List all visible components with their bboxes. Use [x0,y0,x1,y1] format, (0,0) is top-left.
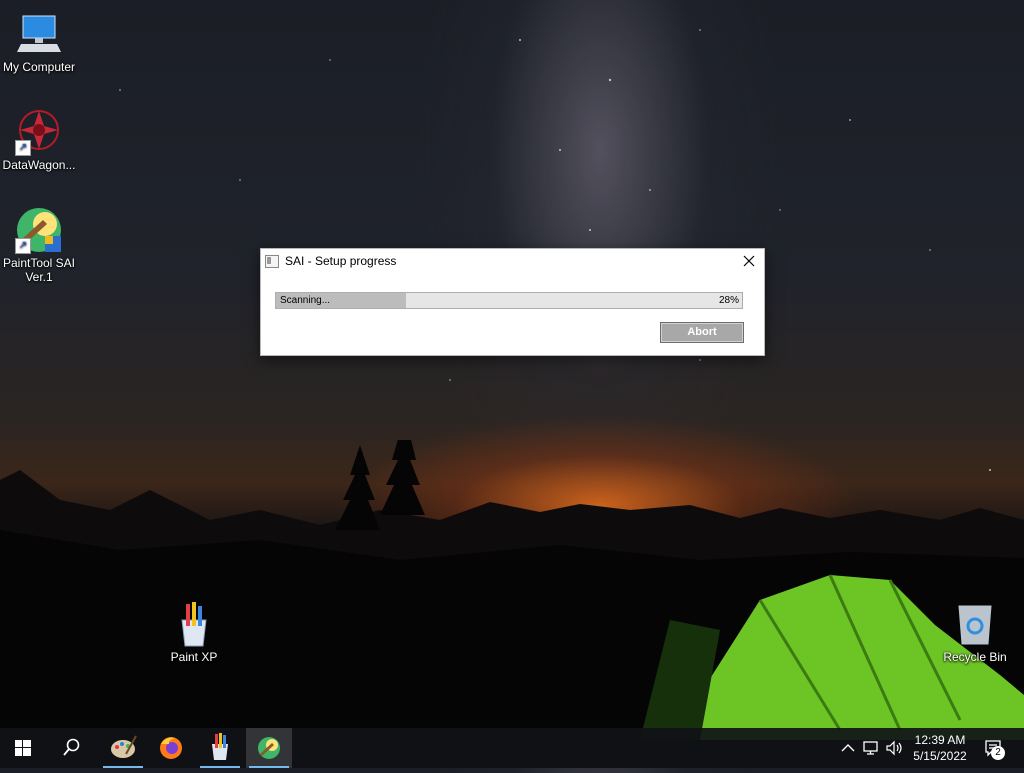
dialog-title-bar[interactable]: SAI - Setup progress [261,249,764,273]
progress-percent: 28% [718,295,739,306]
close-icon [743,255,755,267]
desktop-icon-datawagon[interactable]: ↗ DataWagon... [0,108,78,172]
desktop-icon-painttool-sai[interactable]: ↗ PaintTool SAI Ver.1 [0,206,78,284]
desktop-icon-label: My Computer [2,60,76,74]
start-button[interactable] [0,728,46,768]
taskbar: 12:39 AM 5/15/2022 [0,728,1024,768]
taskbar-app-painttool-sai[interactable] [246,728,292,768]
clock-time[interactable]: 12:39 AM [905,733,975,747]
windows-logo-icon [15,740,31,756]
desktop-icon-label: PaintTool SAI Ver.1 [2,256,76,284]
app-window-icon [265,255,279,268]
desktop-icon-paint-xp[interactable]: Paint XP [155,600,233,664]
desktop-icon-label: Recycle Bin [943,650,1007,664]
desktop-icon-label: Paint XP [170,650,218,664]
desktop-icon-label: DataWagon... [2,158,76,172]
paint-xp-icon [212,733,228,760]
painttool-sai-icon [258,737,280,759]
progress-bar: Scanning... 28% [275,292,743,309]
setup-progress-dialog: SAI - Setup progress Scanning... 28% Abo… [260,248,765,356]
firefox-icon [160,737,182,759]
volume-icon[interactable] [884,738,904,758]
datawagon-icon: ↗ [15,108,63,156]
taskbar-app-paint-xp[interactable] [197,728,243,768]
shortcut-arrow-icon: ↗ [15,140,31,156]
taskbar-app-firefox[interactable] [148,728,194,768]
search-button[interactable] [48,728,94,768]
desktop-icon-recycle-bin[interactable]: Recycle Bin [936,600,1014,664]
clock-date[interactable]: 5/15/2022 [905,749,975,763]
abort-button[interactable]: Abort [660,322,744,343]
search-icon [63,738,80,756]
progress-status-text: Scanning... [280,295,331,306]
recycle-bin-icon [951,600,999,648]
computer-icon [15,10,63,58]
landscape [0,440,1024,740]
paint-palette-icon [111,735,137,758]
show-hidden-icons-chevron-icon[interactable] [838,738,858,758]
notification-count-badge: 2 [991,746,1005,760]
close-button[interactable] [734,249,764,273]
dialog-title: SAI - Setup progress [285,254,397,268]
starry-sky [119,29,991,471]
desktop-icon-my-computer[interactable]: My Computer [0,10,78,74]
painttool-sai-icon: ↗ [15,206,63,254]
taskbar-app-paint[interactable] [100,728,146,768]
shortcut-arrow-icon: ↗ [15,238,31,254]
network-icon[interactable] [861,738,881,758]
paint-xp-icon [170,600,218,648]
